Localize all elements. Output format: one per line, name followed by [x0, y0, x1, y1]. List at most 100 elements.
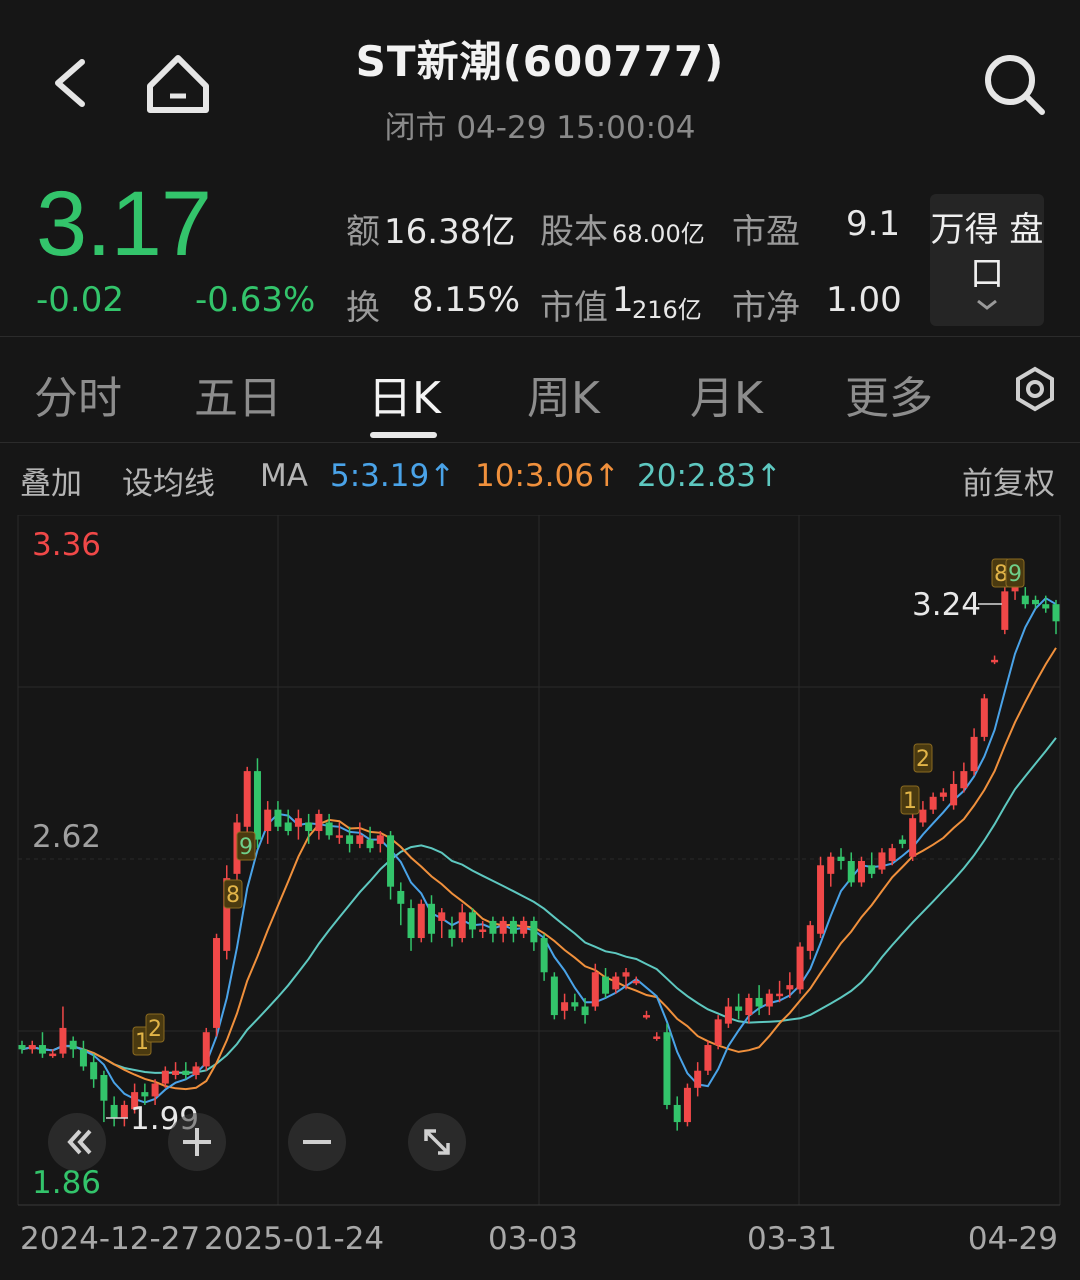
pb-value: 1.00 [826, 280, 902, 320]
candle-body [857, 861, 865, 883]
candle-body [847, 861, 855, 883]
candle-body [950, 783, 958, 806]
page-title: ST新潮(600777) [355, 37, 725, 86]
adjust-button[interactable]: 前复权 [962, 458, 1055, 503]
x-axis-label: 2025-01-24 [204, 1221, 384, 1257]
candle-body [929, 796, 937, 810]
candle-body [1052, 604, 1060, 622]
candle-body [980, 698, 988, 737]
candle-body [69, 1040, 77, 1050]
candle-body [315, 813, 323, 832]
active-tab-indicator [370, 432, 437, 438]
expand-icon [424, 1129, 450, 1155]
candle-body [602, 976, 610, 994]
candle-body [796, 946, 804, 990]
signal-badge-label: 8 [226, 883, 240, 908]
tab-intraday[interactable]: 分时 [34, 362, 122, 426]
candle-body [284, 822, 292, 832]
candle-body [878, 852, 886, 870]
candle-body [898, 839, 906, 844]
mktcap-value: 216亿 [632, 296, 702, 324]
signal-badge-label: 2 [916, 747, 930, 772]
candle-body [970, 736, 978, 772]
candle-body [192, 1066, 200, 1075]
candle-body [49, 1053, 57, 1057]
candle-body [755, 997, 763, 1007]
set-ma-button[interactable]: 设均线 [122, 458, 215, 503]
chart-settings-button[interactable] [1012, 366, 1058, 412]
candle-body [213, 938, 221, 1028]
candle-body [100, 1075, 108, 1101]
candle-body [202, 1032, 210, 1067]
candle-body [612, 976, 620, 990]
candle-body [724, 1006, 732, 1024]
tab-more[interactable]: 更多 [845, 362, 933, 426]
candle-body [387, 835, 395, 887]
x-axis-label: 04-29 [968, 1221, 1058, 1257]
candle-body [346, 835, 354, 844]
candle-body [397, 890, 405, 904]
candle-body [530, 920, 538, 943]
amount-label: 额 [346, 212, 380, 252]
minus-icon [303, 1140, 331, 1144]
candle-body [18, 1045, 26, 1050]
ma10-value: 10:3.06↑ [475, 458, 620, 494]
amount-value: 16.38亿 [384, 212, 516, 252]
candle-body [632, 980, 640, 984]
scroll-back-button[interactable] [48, 1113, 106, 1171]
candle-body [294, 818, 302, 827]
candle-body [468, 912, 476, 930]
candle-body [243, 771, 251, 827]
candle-body [960, 771, 968, 789]
signal-badge-label: 1 [903, 789, 917, 814]
pe-value: 9.1 [846, 204, 901, 244]
signal-badge-label: 2 [148, 1017, 162, 1042]
candle-body [253, 771, 261, 840]
candle-body [1001, 591, 1009, 630]
candle-body [376, 835, 384, 844]
tab-five-day[interactable]: 五日 [194, 362, 282, 426]
overlay-button[interactable]: 叠加 [20, 458, 82, 503]
candle-body [919, 809, 927, 823]
candle-body [714, 1019, 722, 1046]
y-axis-label: 2.62 [32, 819, 101, 855]
zoom-out-button[interactable] [288, 1113, 346, 1171]
candle-body [274, 809, 282, 827]
market-status: 闭市 04-29 15:00:04 [384, 110, 696, 146]
mktcap-value-lead: 1 [612, 280, 634, 320]
divider [0, 336, 1080, 337]
candle-body [909, 818, 917, 857]
candle-body [90, 1062, 98, 1080]
mktcap-label: 市值 [540, 288, 608, 328]
fullscreen-button[interactable] [408, 1113, 466, 1171]
x-axis-label: 03-31 [747, 1221, 837, 1257]
candle-body [642, 1015, 650, 1018]
candle-body [663, 1032, 671, 1105]
candle-body [182, 1070, 190, 1075]
settings-icon [1016, 366, 1054, 412]
pb-label: 市净 [732, 288, 800, 328]
candle-body [561, 1002, 569, 1011]
candle-body [1042, 604, 1050, 609]
candle-body [161, 1070, 169, 1084]
capital-label: 股本 [540, 212, 608, 252]
candle-body [694, 1070, 702, 1088]
candle-body [735, 1006, 743, 1011]
candle-body [653, 1036, 661, 1039]
tab-weekly-k[interactable]: 周K [527, 362, 600, 426]
candle-body [417, 903, 425, 939]
turnover-label: 换 [346, 288, 380, 328]
zoom-in-button[interactable] [168, 1113, 226, 1171]
tab-monthly-k[interactable]: 月K [690, 362, 763, 426]
candle-body [520, 920, 528, 934]
wind-panel-button[interactable]: 万得 盘口 [930, 194, 1044, 326]
candle-body [448, 929, 456, 939]
kline-chart[interactable]: 3.362.621.862024-12-27 2025-01-24 03-03 03-… [0, 515, 1080, 1280]
candle-body [428, 903, 436, 934]
candle-body [366, 839, 374, 849]
candle-body [172, 1070, 180, 1075]
candle-body [79, 1049, 87, 1067]
candle-body [1021, 595, 1029, 605]
search-button[interactable] [978, 48, 1050, 120]
tab-daily-k[interactable]: 日K [368, 362, 441, 426]
